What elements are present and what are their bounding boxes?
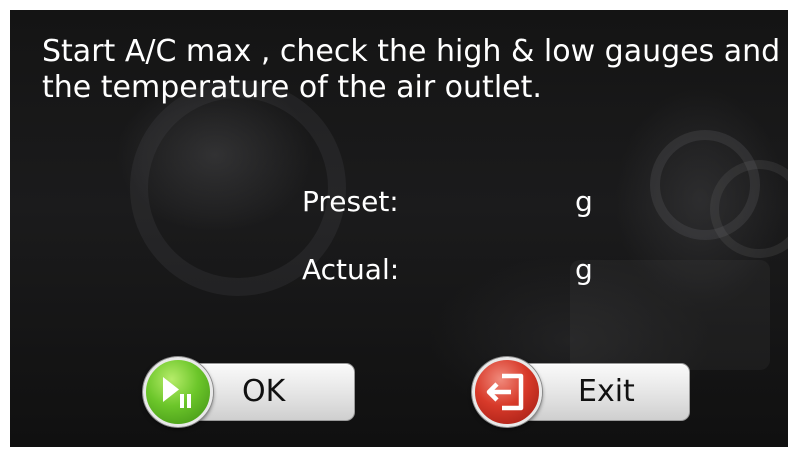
actual-unit: g bbox=[575, 253, 593, 286]
exit-door-icon bbox=[472, 357, 542, 427]
background-air-vent bbox=[650, 130, 760, 240]
instruction-message: Start A/C max , check the high & low gau… bbox=[42, 34, 781, 105]
ok-button-label: OK bbox=[242, 374, 286, 409]
actual-label: Actual: bbox=[302, 253, 400, 286]
background-air-vent bbox=[710, 160, 788, 258]
exit-button-label: Exit bbox=[578, 374, 635, 409]
background-center-console bbox=[570, 260, 770, 370]
ok-button[interactable]: OK bbox=[143, 357, 355, 427]
exit-button[interactable]: Exit bbox=[472, 357, 690, 427]
play-pause-icon bbox=[143, 357, 213, 427]
preset-label: Preset: bbox=[302, 185, 399, 218]
preset-unit: g bbox=[575, 185, 593, 218]
dialog-screen: Start A/C max , check the high & low gau… bbox=[10, 10, 788, 447]
